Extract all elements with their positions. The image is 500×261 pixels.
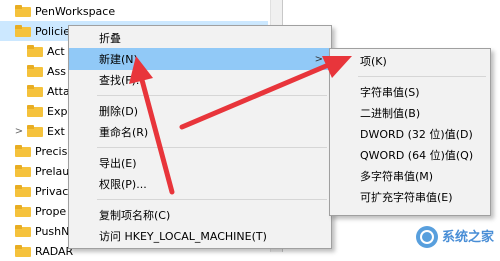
tree-item-label: Prelau — [35, 164, 70, 178]
menu-item-multi-string-value[interactable]: 多字符串值(M) — [330, 165, 490, 187]
watermark-text: 系统之家 — [441, 229, 494, 245]
folder-icon — [15, 25, 31, 37]
tree-item-label: PenWorkspace — [35, 4, 116, 18]
menu-item-label: 复制项名称(C) — [99, 209, 171, 222]
menu-item-key[interactable]: 项(K) — [330, 50, 490, 72]
folder-icon — [15, 5, 31, 17]
tree-item-label: Privac — [35, 184, 69, 198]
folder-icon — [27, 125, 43, 137]
menu-item-rename[interactable]: 重命名(R) — [69, 121, 331, 143]
menu-separator — [358, 76, 486, 77]
menu-item-label: 多字符串值(M) — [360, 170, 434, 183]
menu-item-find[interactable]: 查找(F)... — [69, 69, 331, 91]
folder-icon — [15, 245, 31, 257]
menu-item-goto-hklm[interactable]: 访问 HKEY_LOCAL_MACHINE(T) — [69, 225, 331, 247]
folder-icon — [15, 185, 31, 197]
menu-item-label: DWORD (32 位)值(D) — [360, 128, 473, 141]
folder-icon — [27, 105, 43, 117]
menu-item-label: 二进制值(B) — [360, 107, 421, 120]
menu-item-label: 访问 HKEY_LOCAL_MACHINE(T) — [99, 230, 267, 243]
folder-icon — [15, 165, 31, 177]
menu-item-label: 重命名(R) — [99, 126, 149, 139]
menu-separator — [97, 147, 327, 148]
tree-item-label: PushN — [35, 224, 70, 238]
menu-item-label: 导出(E) — [99, 157, 137, 170]
tree-item-label: Exp — [47, 104, 68, 118]
watermark-logo-icon — [415, 226, 438, 248]
menu-item-qword-value[interactable]: QWORD (64 位)值(Q) — [330, 144, 490, 166]
menu-item-expandable-string-value[interactable]: 可扩充字符串值(E) — [330, 186, 490, 208]
menu-item-label: 折叠 — [99, 32, 121, 45]
menu-item-label: 字符串值(S) — [360, 86, 420, 99]
menu-item-label: 新建(N) — [99, 53, 138, 66]
tree-item-label: Act — [47, 44, 65, 58]
expand-chevron-icon[interactable]: > — [14, 126, 24, 137]
folder-icon — [15, 145, 31, 157]
menu-item-binary-value[interactable]: 二进制值(B) — [330, 102, 490, 124]
menu-item-dword-value[interactable]: DWORD (32 位)值(D) — [330, 123, 490, 145]
menu-item-label: QWORD (64 位)值(Q) — [360, 149, 474, 162]
tree-item-label: Atta — [47, 84, 70, 98]
menu-item-label: 项(K) — [360, 55, 387, 68]
menu-item-delete[interactable]: 删除(D) — [69, 100, 331, 122]
menu-item-label: 查找(F)... — [99, 74, 147, 87]
menu-item-label: 权限(P)... — [99, 178, 147, 191]
context-menu: 折叠新建(N) > 查找(F)... 删除(D) 重命名(R) 导出(E) 权限(P)...… — [68, 25, 332, 249]
watermark: 系统之家 — [415, 226, 494, 248]
folder-icon — [27, 85, 43, 97]
tree-item-label: Ass — [47, 64, 66, 78]
menu-item-collapse[interactable]: 折叠 — [69, 27, 331, 49]
menu-item-copy-key-name[interactable]: 复制项名称(C) — [69, 204, 331, 226]
new-submenu: 项(K) 字符串值(S) 二进制值(B) DWORD (32 位)值(D) QWORD … — [329, 48, 491, 216]
tree-item-label: Ext — [47, 124, 65, 138]
tree-item-label: Precis — [35, 144, 68, 158]
menu-item-permissions[interactable]: 权限(P)... — [69, 173, 331, 195]
menu-separator — [97, 95, 327, 96]
menu-item-label: 删除(D) — [99, 105, 139, 118]
tree-item-label: Prope — [35, 204, 67, 218]
folder-icon — [27, 45, 43, 57]
menu-item-label: 可扩充字符串值(E) — [360, 191, 453, 204]
menu-separator — [97, 199, 327, 200]
menu-item-string-value[interactable]: 字符串值(S) — [330, 81, 490, 103]
menu-item-new[interactable]: 新建(N) > — [69, 48, 331, 70]
tree-item[interactable]: PenWorkspace — [0, 1, 268, 21]
folder-icon — [27, 65, 43, 77]
menu-item-export[interactable]: 导出(E) — [69, 152, 331, 174]
folder-icon — [15, 225, 31, 237]
folder-icon — [15, 205, 31, 217]
submenu-chevron-right-icon: > — [314, 53, 323, 65]
